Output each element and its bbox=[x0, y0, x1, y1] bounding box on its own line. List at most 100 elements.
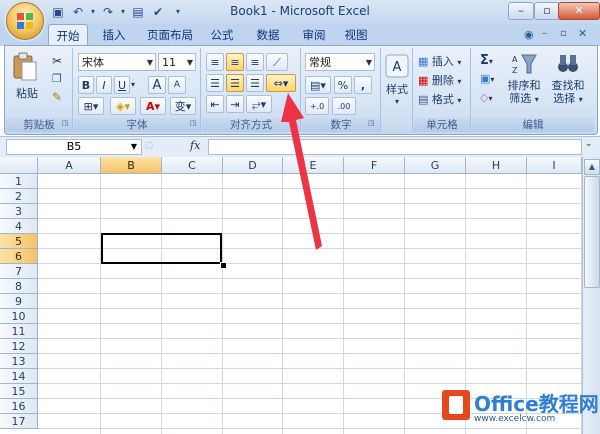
insert-cells-button[interactable]: ▦ 插入 ▾ bbox=[418, 53, 461, 69]
font-name-combo[interactable]: 宋体 ▼ bbox=[78, 53, 156, 71]
column-header-f[interactable]: F bbox=[344, 157, 405, 174]
formula-bar-grip-icon[interactable]: ◌ bbox=[145, 140, 154, 151]
column-header-d[interactable]: D bbox=[223, 157, 283, 174]
autosum-button[interactable]: Σ▾ bbox=[480, 53, 493, 68]
row-header-15[interactable]: 15 bbox=[0, 384, 38, 399]
tab-view[interactable]: 视图 bbox=[338, 24, 374, 46]
sort-filter-button[interactable]: A Z 排序和 筛选 ▾ bbox=[504, 52, 544, 112]
column-header-b[interactable]: B bbox=[101, 157, 162, 174]
office-button[interactable] bbox=[6, 2, 44, 40]
tab-data[interactable]: 数据 bbox=[250, 24, 286, 46]
align-middle-button[interactable]: ≡ bbox=[226, 53, 244, 71]
format-cells-button[interactable]: ▤ 格式 ▾ bbox=[418, 91, 461, 107]
number-format-combo[interactable]: 常规 ▼ bbox=[305, 53, 375, 71]
row-header-3[interactable]: 3 bbox=[0, 204, 38, 219]
row-header-10[interactable]: 10 bbox=[0, 309, 38, 324]
clear-button[interactable]: ◇▾ bbox=[480, 91, 492, 104]
scroll-up-icon[interactable]: ▲ bbox=[584, 159, 600, 175]
tab-home[interactable]: 开始 bbox=[48, 24, 88, 46]
align-center-button[interactable]: ☰ bbox=[226, 74, 244, 92]
grow-font-button[interactable]: A bbox=[148, 76, 166, 94]
align-left-button[interactable]: ☰ bbox=[206, 74, 224, 92]
decrease-decimal-button[interactable]: .00 bbox=[332, 97, 356, 115]
increase-decimal-button[interactable]: +.0 bbox=[305, 97, 329, 115]
increase-indent-button[interactable]: ⇥ bbox=[226, 95, 244, 113]
styles-button[interactable]: A 样式 ▾ bbox=[382, 54, 412, 110]
row-header-7[interactable]: 7 bbox=[0, 264, 38, 279]
tab-insert[interactable]: 插入 bbox=[96, 24, 132, 46]
row-header-8[interactable]: 8 bbox=[0, 279, 38, 294]
merge-center-button[interactable]: ⇔▾ bbox=[266, 74, 296, 92]
tab-page-layout[interactable]: 页面布局 bbox=[140, 24, 200, 46]
align-top-button[interactable]: ≡ bbox=[206, 53, 224, 71]
column-header-a[interactable]: A bbox=[38, 157, 101, 174]
comma-button[interactable]: , bbox=[354, 76, 372, 94]
scroll-thumb[interactable] bbox=[584, 176, 600, 288]
row-header-9[interactable]: 9 bbox=[0, 294, 38, 309]
orientation-button[interactable]: ⟋ bbox=[266, 53, 288, 71]
copy-icon[interactable]: ❐ bbox=[52, 72, 62, 85]
insert-function-button[interactable]: fx bbox=[190, 139, 200, 152]
underline-button[interactable]: U bbox=[114, 76, 130, 94]
decrease-indent-button[interactable]: ⇤ bbox=[206, 95, 224, 113]
restore-button[interactable]: ▫ bbox=[534, 2, 560, 20]
wrap-text-button[interactable]: ⥂▾ bbox=[246, 95, 272, 113]
row-header-6[interactable]: 6 bbox=[0, 249, 38, 264]
percent-button[interactable]: % bbox=[334, 76, 352, 94]
ribbon-minimize-icon[interactable]: – bbox=[542, 28, 547, 39]
help-icon[interactable]: ◉ bbox=[524, 28, 534, 41]
column-header-i[interactable]: I bbox=[527, 157, 582, 174]
column-header-g[interactable]: G bbox=[405, 157, 466, 174]
ribbon-close-icon[interactable]: ✕ bbox=[578, 27, 587, 40]
select-all-button[interactable] bbox=[0, 157, 38, 174]
row-header-4[interactable]: 4 bbox=[0, 219, 38, 234]
tab-formulas[interactable]: 公式 bbox=[204, 24, 240, 46]
row-header-12[interactable]: 12 bbox=[0, 339, 38, 354]
number-launcher-icon[interactable]: ◳ bbox=[368, 119, 375, 127]
row-header-17[interactable]: 17 bbox=[0, 414, 38, 429]
fill-handle[interactable] bbox=[220, 262, 227, 269]
shrink-font-button[interactable]: A bbox=[168, 76, 186, 94]
ribbon-restore-icon[interactable]: ▫ bbox=[560, 28, 567, 39]
row-header-16[interactable]: 16 bbox=[0, 399, 38, 414]
clipboard-launcher-icon[interactable]: ◳ bbox=[62, 119, 69, 127]
minimize-button[interactable]: – bbox=[508, 2, 534, 20]
chevron-down-icon: ▾ bbox=[534, 95, 539, 104]
paste-button[interactable]: 粘贴 bbox=[12, 52, 42, 104]
expand-formula-bar-icon[interactable]: ⌄ bbox=[585, 139, 593, 149]
format-painter-icon[interactable]: ✎ bbox=[52, 90, 62, 104]
tab-review[interactable]: 审阅 bbox=[296, 24, 332, 46]
name-box[interactable]: B5 ▼ bbox=[6, 139, 142, 155]
font-color-button[interactable]: A▾ bbox=[140, 97, 166, 115]
align-right-button[interactable]: ☰ bbox=[246, 74, 264, 92]
row-header-5[interactable]: 5 bbox=[0, 234, 38, 249]
currency-button[interactable]: ▤▾ bbox=[305, 76, 331, 94]
fill-color-button[interactable]: ◈▾ bbox=[110, 97, 136, 115]
column-header-h[interactable]: H bbox=[466, 157, 527, 174]
delete-cells-button[interactable]: ▦ 删除 ▾ bbox=[418, 72, 461, 88]
align-bottom-button[interactable]: ≡ bbox=[246, 53, 264, 71]
row-header-13[interactable]: 13 bbox=[0, 354, 38, 369]
italic-button[interactable]: I bbox=[96, 76, 112, 94]
row-header-11[interactable]: 11 bbox=[0, 324, 38, 339]
phonetic-button[interactable]: 变▾ bbox=[170, 97, 196, 115]
format-cells-label: 格式 bbox=[431, 93, 454, 106]
row-header-2[interactable]: 2 bbox=[0, 189, 38, 204]
cut-icon[interactable]: ✂ bbox=[52, 54, 62, 68]
font-size-combo[interactable]: 11 ▼ bbox=[158, 53, 196, 71]
selected-cell-b5[interactable] bbox=[101, 233, 222, 264]
gridline-horizontal bbox=[38, 218, 582, 219]
column-header-e[interactable]: E bbox=[283, 157, 344, 174]
formula-input[interactable] bbox=[208, 139, 582, 155]
alignment-launcher-icon[interactable]: ◳ bbox=[290, 119, 297, 127]
underline-dropdown-icon[interactable]: ▾ bbox=[131, 80, 135, 89]
font-launcher-icon[interactable]: ◳ bbox=[190, 119, 197, 127]
close-button[interactable]: ✕ bbox=[558, 2, 600, 20]
column-header-c[interactable]: C bbox=[162, 157, 223, 174]
bold-button[interactable]: B bbox=[78, 76, 94, 94]
row-header-14[interactable]: 14 bbox=[0, 369, 38, 384]
row-header-1[interactable]: 1 bbox=[0, 174, 38, 189]
find-select-button[interactable]: 查找和 选择 ▾ bbox=[546, 52, 590, 112]
borders-button[interactable]: ⊞▾ bbox=[78, 97, 104, 115]
fill-button[interactable]: ▣▾ bbox=[480, 72, 494, 85]
